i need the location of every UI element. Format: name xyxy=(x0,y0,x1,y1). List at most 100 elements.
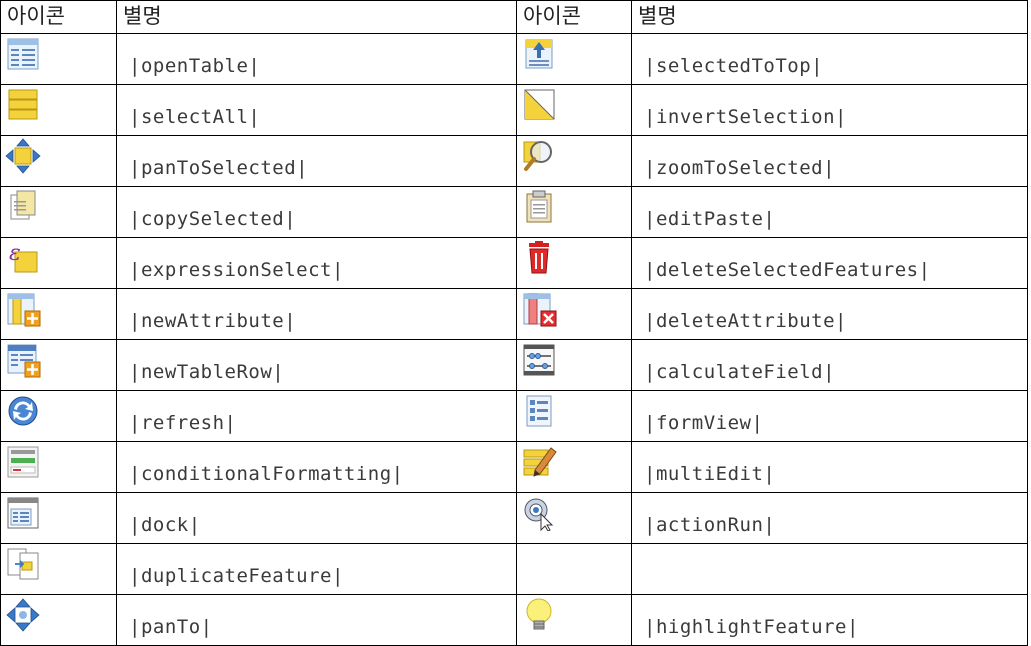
alias-text: |calculateField| xyxy=(644,361,836,383)
left-icon-cell xyxy=(0,186,117,238)
alias-text: |panTo| xyxy=(129,616,213,638)
right-icon-cell xyxy=(516,237,632,289)
left-alias-cell: |newTableRow| xyxy=(116,339,517,391)
left-alias-cell: |refresh| xyxy=(116,390,517,442)
alias-text: |copySelected| xyxy=(129,208,297,230)
alias-text: |deleteAttribute| xyxy=(644,310,847,332)
left-alias-cell: |openTable| xyxy=(116,33,517,85)
table-row: |dock| |actionRun| xyxy=(0,492,1028,544)
right-icon-cell xyxy=(516,390,632,442)
table-row: |conditionalFormatting| |multiEdit| xyxy=(0,441,1028,493)
left-icon-cell: ε xyxy=(0,237,117,289)
alias-text: |selectedToTop| xyxy=(644,55,824,77)
form-view-icon xyxy=(521,393,557,429)
left-alias-cell: |panTo| xyxy=(116,594,517,646)
right-alias-cell: |formView| xyxy=(631,390,1028,442)
header-icon-right: 아이콘 xyxy=(516,0,632,34)
right-icon-cell xyxy=(516,594,632,646)
right-alias-cell: |selectedToTop| xyxy=(631,33,1028,85)
alias-text: |invertSelection| xyxy=(644,106,847,128)
alias-text: |expressionSelect| xyxy=(129,259,344,281)
right-icon-cell xyxy=(516,492,632,544)
zoom-to-selected-icon xyxy=(521,138,557,174)
right-alias-cell: |actionRun| xyxy=(631,492,1028,544)
left-icon-cell xyxy=(0,33,117,85)
right-alias-cell: |zoomToSelected| xyxy=(631,135,1028,187)
svg-text:ε: ε xyxy=(9,241,21,266)
left-alias-cell: |copySelected| xyxy=(116,186,517,238)
right-icon-cell xyxy=(516,288,632,340)
table-row: |duplicateFeature| xyxy=(0,543,1028,595)
conditional-formatting-icon xyxy=(5,444,41,480)
invert-selection-icon xyxy=(521,87,557,123)
selected-to-top-icon xyxy=(521,36,557,72)
left-alias-cell: |newAttribute| xyxy=(116,288,517,340)
alias-text: |editPaste| xyxy=(644,208,776,230)
delete-attribute-icon xyxy=(521,291,557,327)
alias-text: |dock| xyxy=(129,514,201,536)
left-icon-cell xyxy=(0,492,117,544)
left-icon-cell xyxy=(0,441,117,493)
alias-text: |multiEdit| xyxy=(644,463,776,485)
alias-text: |selectAll| xyxy=(129,106,261,128)
alias-text: |zoomToSelected| xyxy=(644,157,836,179)
header-row: 아이콘 별명 아이콘 별명 xyxy=(0,0,1028,34)
duplicate-feature-icon xyxy=(5,546,41,582)
multi-edit-icon xyxy=(521,444,557,480)
copy-selected-icon xyxy=(5,189,41,225)
left-alias-cell: |panToSelected| xyxy=(116,135,517,187)
alias-text: |deleteSelectedFeatures| xyxy=(644,259,931,281)
alias-text: |duplicateFeature| xyxy=(129,565,344,587)
right-alias-cell: |multiEdit| xyxy=(631,441,1028,493)
right-icon-cell xyxy=(516,186,632,238)
right-alias-cell: |editPaste| xyxy=(631,186,1028,238)
right-icon-cell xyxy=(516,339,632,391)
action-run-icon xyxy=(521,495,557,531)
expression-select-icon: ε xyxy=(5,240,41,276)
left-icon-cell xyxy=(0,339,117,391)
right-icon-cell xyxy=(516,135,632,187)
left-icon-cell xyxy=(0,543,117,595)
table-row: |newTableRow| |calculateField| xyxy=(0,339,1028,391)
alias-text: |panToSelected| xyxy=(129,157,309,179)
right-alias-cell: |deleteSelectedFeatures| xyxy=(631,237,1028,289)
table-row: ε |expressionSelect| |deleteSelectedFeatur… xyxy=(0,237,1028,289)
right-alias-cell xyxy=(631,543,1028,595)
dock-icon xyxy=(5,495,41,531)
icon-alias-table: 아이콘 별명 아이콘 별명 |openTable| |selectedToTop|… xyxy=(0,0,1028,646)
right-alias-cell: |highlightFeature| xyxy=(631,594,1028,646)
right-icon-cell xyxy=(516,84,632,136)
delete-selected-features-icon xyxy=(521,240,557,276)
alias-text: |refresh| xyxy=(129,412,237,434)
right-alias-cell: |invertSelection| xyxy=(631,84,1028,136)
edit-paste-icon xyxy=(521,189,557,225)
table-row: |newAttribute| |deleteAttribute| xyxy=(0,288,1028,340)
alias-text: |highlightFeature| xyxy=(644,616,859,638)
right-alias-cell: |calculateField| xyxy=(631,339,1028,391)
header-icon-left: 아이콘 xyxy=(0,0,117,34)
table-row: |panTo| |highlightFeature| xyxy=(0,594,1028,646)
table-row: |selectAll| |invertSelection| xyxy=(0,84,1028,136)
left-alias-cell: |conditionalFormatting| xyxy=(116,441,517,493)
pan-to-icon xyxy=(5,597,41,633)
pan-to-selected-icon xyxy=(5,138,41,174)
alias-text: |openTable| xyxy=(129,55,261,77)
left-icon-cell xyxy=(0,390,117,442)
right-icon-cell xyxy=(516,33,632,85)
left-alias-cell: |duplicateFeature| xyxy=(116,543,517,595)
right-icon-cell xyxy=(516,543,632,595)
calculate-field-icon xyxy=(521,342,557,378)
table-row: |openTable| |selectedToTop| xyxy=(0,33,1028,85)
highlight-feature-icon xyxy=(521,597,557,633)
new-table-row-icon xyxy=(5,342,41,378)
right-alias-cell: |deleteAttribute| xyxy=(631,288,1028,340)
left-icon-cell xyxy=(0,594,117,646)
right-icon-cell xyxy=(516,441,632,493)
left-alias-cell: |expressionSelect| xyxy=(116,237,517,289)
refresh-icon xyxy=(5,393,41,429)
left-icon-cell xyxy=(0,84,117,136)
table-row: |copySelected| |editPaste| xyxy=(0,186,1028,238)
alias-text: |conditionalFormatting| xyxy=(129,463,404,485)
left-icon-cell xyxy=(0,288,117,340)
left-alias-cell: |selectAll| xyxy=(116,84,517,136)
